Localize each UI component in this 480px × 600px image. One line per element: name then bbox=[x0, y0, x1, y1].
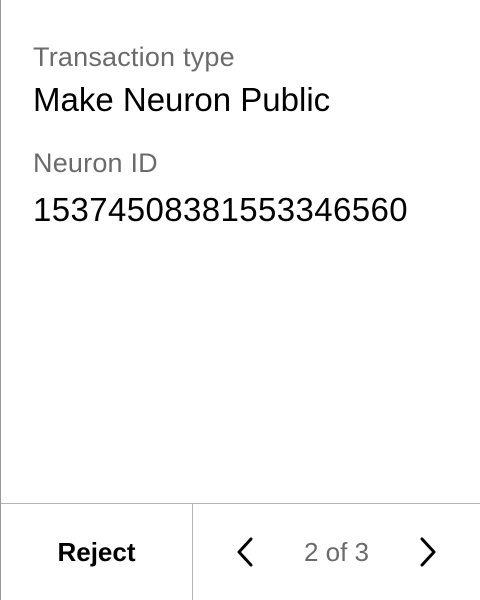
transaction-type-label: Transaction type bbox=[33, 42, 235, 72]
neuron-id-value: 15374508381553346560 bbox=[33, 191, 409, 228]
reject-button[interactable]: Reject bbox=[1, 504, 193, 600]
device-screen: Transaction type Make Neuron Public Neur… bbox=[0, 0, 480, 600]
chevron-left-icon[interactable] bbox=[233, 534, 257, 570]
transaction-details: Transaction type Make Neuron Public Neur… bbox=[33, 40, 440, 228]
neuron-id-field: Neuron ID 15374508381553346560 bbox=[33, 146, 440, 228]
page-indicator: 2 of 3 bbox=[303, 536, 370, 567]
chevron-right-icon[interactable] bbox=[416, 534, 440, 570]
transaction-type-value: Make Neuron Public bbox=[33, 81, 331, 118]
transaction-type-field: Transaction type Make Neuron Public bbox=[33, 40, 440, 118]
action-footer: Reject 2 of 3 bbox=[1, 503, 480, 600]
chevron-right-icon-svg bbox=[420, 537, 436, 567]
pagination: 2 of 3 bbox=[193, 504, 480, 600]
chevron-left-icon-svg bbox=[237, 537, 253, 567]
neuron-id-label: Neuron ID bbox=[33, 148, 158, 178]
